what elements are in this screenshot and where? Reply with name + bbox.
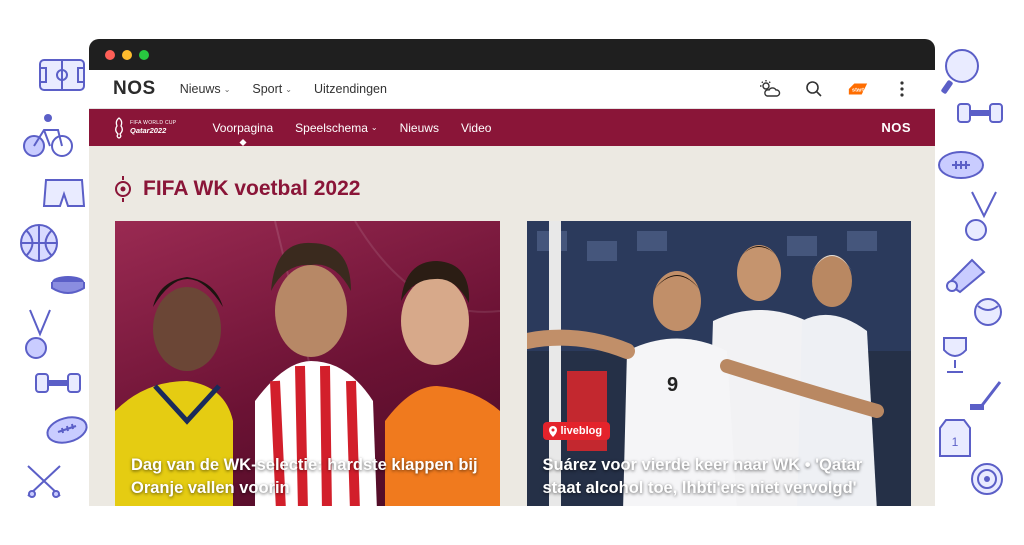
rugby-ball-icon [44,414,90,446]
nav-label: Sport [252,82,283,96]
puck-icon [50,274,86,296]
wk-nav: Voorpagina Speelschema ⌄ Nieuws Video [212,121,491,135]
wk-tab-label: Voorpagina [212,120,274,135]
wk-tab-label: Nieuws [399,120,439,135]
section-heading: FIFA WK voetbal 2022 [115,174,911,204]
chevron-down-icon: ⌄ [223,84,231,94]
table-tennis-icon [938,46,984,98]
badge-label: liveblog [560,425,603,437]
browser-window: NOS Nieuws⌄ Sport⌄ Uitzendingen start [89,39,935,506]
wk-tab-label: Speelschema [295,120,368,135]
location-pin-icon [548,425,557,437]
wk-nos-logo[interactable]: NOS [881,120,911,135]
nav-item-sport[interactable]: Sport ⌄ [252,82,292,96]
football-pitch-icon [38,58,86,92]
nav-item-nieuws[interactable]: Nieuws ⌄ [180,82,231,96]
yoga-mat-icon [942,254,988,294]
hockey-stick-icon [966,378,1006,416]
cyclist-icon [22,112,74,158]
dumbbell-icon [34,368,82,398]
american-football-icon [936,148,986,182]
wk-tab-voorpagina[interactable]: Voorpagina [212,121,273,135]
window-titlebar [89,39,935,70]
maximize-dot[interactable] [139,49,149,60]
close-dot[interactable] [105,49,115,60]
page-title: FIFA WK voetbal 2022 [143,177,361,200]
medal-right-icon [962,188,1006,244]
article-cards: Dag van de WK-selectie: hardste klappen … [115,221,911,506]
nos-header: NOS Nieuws ⌄ Sport ⌄ Uitzendingen start [89,70,935,109]
crossed-swords-icon [24,462,64,500]
article-title: Suárez voor vierde keer naar WK • 'Qatar… [542,456,863,497]
svg-text:1: 1 [952,435,959,449]
more-icon[interactable] [891,78,913,100]
wk-logo-line2: Qatar2022 [130,125,167,135]
main-nav: Nieuws ⌄ Sport ⌄ Uitzendingen [180,82,387,96]
dumbbell-right-icon [956,98,1004,128]
trophy-icon [934,334,976,376]
svg-text:9: 9 [667,374,678,396]
chevron-down-icon: ⌄ [285,84,292,94]
shorts-icon [42,176,86,210]
wk-tab-nieuws[interactable]: Nieuws [400,121,439,135]
search-icon[interactable] [803,78,825,100]
main-content: FIFA WK voetbal 2022 Dag van de WK-selec… [89,146,935,506]
wk-navbar: FIFA WORLD CUP Qatar2022 Voorpagina Spee… [89,109,935,146]
wk-logo[interactable]: FIFA WORLD CUP Qatar2022 [113,116,177,139]
weather-icon[interactable] [759,78,781,100]
wk-tab-video[interactable]: Video [461,121,491,135]
medal-icon [22,306,58,362]
article-card-suarez[interactable]: 9 liveblog Suárez voor vierde keer naar … [526,221,911,506]
nav-label: Uitzendingen [313,82,387,96]
ball-icon [972,296,1004,328]
svg-text:start: start [852,88,864,94]
football-icon [115,176,131,202]
minimize-dot[interactable] [122,49,132,60]
nav-label: Nieuws [179,82,221,96]
wk-tab-label: Video [460,120,492,135]
wk-tab-speelschema[interactable]: Speelschema ⌄ [295,121,377,135]
jersey-icon: 1 [938,418,972,458]
world-cup-emblem-icon [115,116,123,139]
chevron-down-icon: ⌄ [370,123,378,132]
nav-item-uitzendingen[interactable]: Uitzendingen [314,82,387,96]
stage: 1 NOS Nieuws ⌄ Sport ⌄ Uitzendingen star… [0,0,1024,545]
npo-start-icon[interactable]: start [847,78,869,100]
article-title: Dag van de WK-selectie: hardste klappen … [131,456,478,497]
nos-logo[interactable]: NOS [113,78,156,100]
target-icon [970,462,1004,496]
wk-logo-line1: FIFA WORLD CUP [130,119,177,126]
liveblog-badge: liveblog [542,422,611,440]
header-icons: start [759,78,913,100]
article-card-oranje[interactable]: Dag van de WK-selectie: hardste klappen … [115,221,500,506]
basketball-icon [18,222,60,264]
